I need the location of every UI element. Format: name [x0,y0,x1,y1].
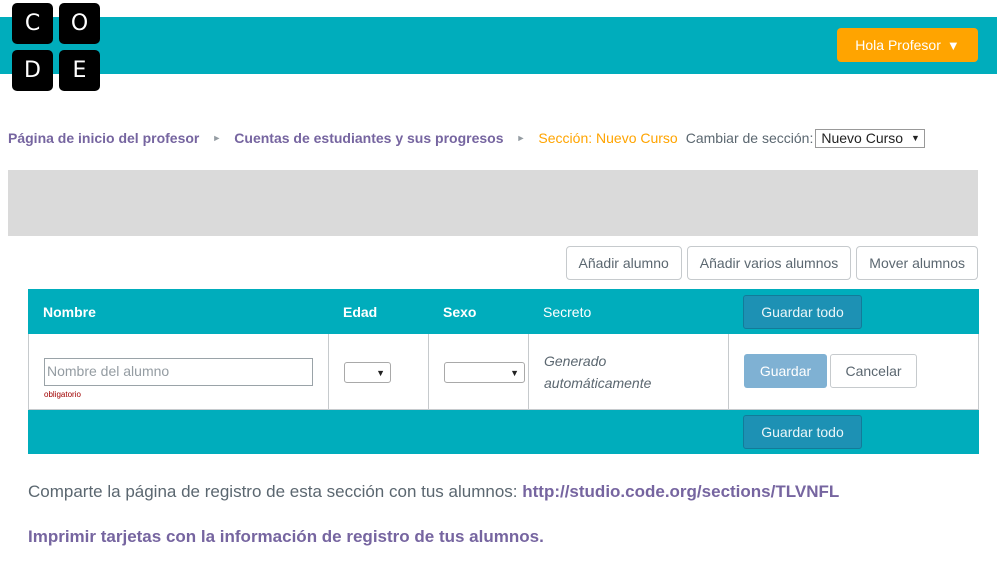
section-select-value: Nuevo Curso [821,130,904,146]
print-login-cards-link[interactable]: Imprimir tarjetas con la información de … [28,527,544,547]
column-header-gender: Sexo [443,303,477,320]
breadcrumb-teacher-home[interactable]: Página de inicio del profesor [8,130,199,146]
breadcrumb-student-accounts[interactable]: Cuentas de estudiantes y sus progresos [234,130,503,146]
table-footer: Guardar todo [28,410,979,454]
caret-down-icon: ▼ [946,37,960,53]
student-actions-toolbar: Añadir alumno Añadir varios alumnos Move… [565,246,978,280]
secret-text-line2: automáticamente [544,375,652,391]
save-all-button-bottom[interactable]: Guardar todo [743,415,862,449]
column-header-secret: Secreto [543,303,592,320]
add-student-button[interactable]: Añadir alumno [565,246,682,280]
column-header-name: Nombre [43,303,96,320]
student-name-input[interactable]: Nombre del alumno [44,358,313,386]
required-hint: obligatorio [44,390,81,399]
change-section-label: Cambiar de sección: [685,130,814,146]
user-menu-button[interactable]: Hola Profesor ▼ [837,28,978,62]
select-arrow-icon: ▼ [911,133,920,143]
registration-link[interactable]: http://studio.code.org/sections/TLVNFL [522,482,839,501]
breadcrumb-separator-icon: ► [516,133,526,143]
gender-select[interactable]: ▼ [444,362,525,383]
code-logo[interactable]: C O D E [12,3,101,91]
secret-text-line1: Generado [544,353,607,369]
breadcrumb-separator-icon: ► [212,133,222,143]
logo-tile-d: D [12,50,53,91]
share-registration-text: Comparte la página de registro de esta s… [28,482,839,502]
secret-cell: Generado automáticamente [529,334,729,409]
save-button[interactable]: Guardar [744,354,827,388]
user-menu-label: Hola Profesor [855,37,941,53]
table-header: Nombre Edad Sexo Secreto Guardar todo [28,289,979,334]
share-text: Comparte la página de registro de esta s… [28,482,518,501]
select-arrow-icon: ▼ [376,367,385,378]
age-select[interactable]: ▼ [344,362,391,383]
age-cell: ▼ [329,334,429,409]
students-table: Nombre Edad Sexo Secreto Guardar todo No… [28,289,979,454]
row-actions-cell: Guardar Cancelar [729,334,978,409]
breadcrumb: Página de inicio del profesor ► Cuentas … [8,128,925,148]
save-all-button[interactable]: Guardar todo [743,295,862,329]
name-cell: Nombre del alumno obligatorio [29,334,329,409]
move-students-button[interactable]: Mover alumnos [856,246,978,280]
table-row: Nombre del alumno obligatorio ▼ ▼ Genera… [28,334,979,410]
gender-cell: ▼ [429,334,529,409]
select-arrow-icon: ▼ [510,367,519,378]
section-select[interactable]: Nuevo Curso ▼ [815,128,925,148]
cancel-button[interactable]: Cancelar [830,354,917,388]
logo-tile-c: C [12,3,53,44]
breadcrumb-current-section: Sección: Nuevo Curso [538,130,678,146]
logo-tile-e: E [59,50,100,91]
add-multiple-students-button[interactable]: Añadir varios alumnos [686,246,852,280]
section-info-banner [8,170,978,236]
logo-tile-o: O [59,3,100,44]
column-header-age: Edad [343,303,378,320]
secret-auto-generated: Generado automáticamente [544,350,651,394]
